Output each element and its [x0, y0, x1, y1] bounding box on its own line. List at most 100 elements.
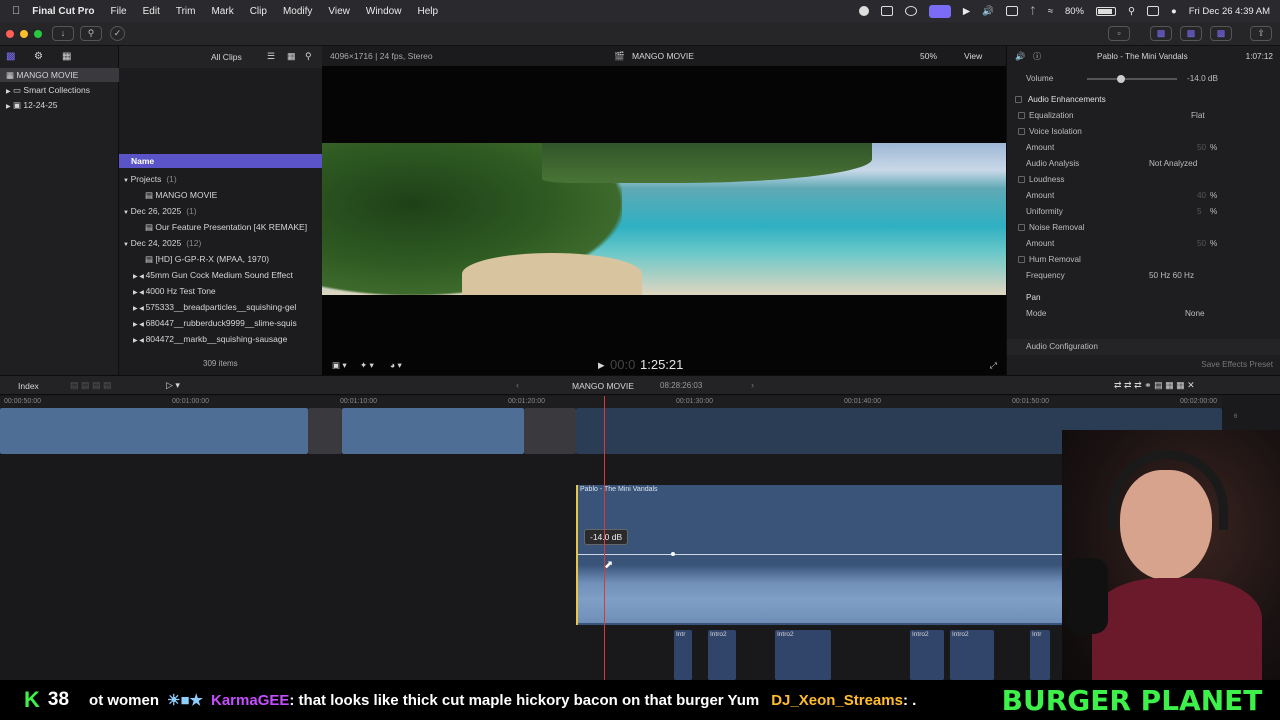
enhance-icon[interactable]: ✦ ▾: [360, 355, 374, 375]
menu-view[interactable]: View: [328, 6, 350, 17]
row-value[interactable]: Flat: [1191, 108, 1205, 124]
clip-strip-2[interactable]: [308, 408, 342, 454]
status-icon-1[interactable]: [858, 6, 869, 16]
menu-file[interactable]: File: [110, 6, 126, 17]
clip-strip-1[interactable]: [0, 408, 308, 454]
back-arrow-icon[interactable]: ‹: [516, 380, 519, 390]
wifi-icon[interactable]: ≈: [1048, 6, 1053, 17]
row-value[interactable]: %: [1210, 188, 1217, 204]
row-value[interactable]: %: [1210, 236, 1217, 252]
index-button[interactable]: Index: [18, 381, 39, 391]
volume-icon[interactable]: 🔊: [982, 6, 994, 17]
row-value[interactable]: 50 Hz 60 Hz: [1149, 268, 1194, 284]
menu-clip[interactable]: Clip: [250, 6, 267, 17]
bluetooth-icon[interactable]: ᛏ: [1030, 6, 1036, 17]
layout-button-3[interactable]: ▩: [1180, 26, 1202, 41]
volume-slider[interactable]: [1087, 75, 1177, 83]
disclosure-icon[interactable]: ▶: [6, 89, 11, 95]
sidebar-item-library[interactable]: ▦ MANGO MOVIE: [0, 68, 119, 82]
audio-config-row[interactable]: Audio Configuration: [1007, 339, 1280, 355]
browser-row[interactable]: ▼ Dec 26, 2025 (1): [119, 203, 322, 219]
browser-row[interactable]: ▶ ◀ 575333__breadparticles__squishing-ge…: [119, 299, 322, 315]
transform-icon[interactable]: ▣ ▾: [332, 355, 347, 375]
clip-strip-3[interactable]: [342, 408, 524, 454]
menu-window[interactable]: Window: [366, 6, 402, 17]
select-tool-icon[interactable]: ▷ ▾: [166, 380, 180, 391]
connected-clip[interactable]: Intr: [1030, 630, 1050, 680]
clip-strip-4[interactable]: [524, 408, 576, 454]
row-checkbox[interactable]: [1018, 256, 1025, 263]
search-icon[interactable]: ⚲: [305, 51, 312, 62]
browser-row[interactable]: ▼ Projects (1): [119, 171, 322, 187]
display-icon[interactable]: [1006, 6, 1019, 16]
browser-row[interactable]: ▶ ◀ 680447__rubberduck9999__slime-squis: [119, 315, 322, 331]
audio-tab-icon[interactable]: 🔊: [1015, 46, 1025, 68]
connected-clip[interactable]: Intr: [674, 630, 692, 680]
timeline-ruler[interactable]: 00:00:50:00 00:01:00:00 00:01:10:00 00:01:2…: [0, 396, 1222, 408]
clock[interactable]: Fri Dec 26 4:39 AM: [1189, 6, 1270, 17]
fullscreen-icon[interactable]: ⤢: [990, 355, 997, 375]
menu-help[interactable]: Help: [417, 6, 438, 17]
browser-row[interactable]: ▤ [HD] G-GP-R-X (MPAA, 1970): [119, 251, 322, 267]
status-icon-3[interactable]: [904, 6, 917, 16]
sidebar-item-event[interactable]: ▶ ▣ 12-24-25: [0, 98, 119, 112]
zoom-popup[interactable]: 50%: [920, 46, 937, 66]
forward-arrow-icon[interactable]: ›: [751, 380, 754, 390]
disclosure-icon[interactable]: ▶: [6, 104, 11, 110]
row-checkbox[interactable]: [1018, 112, 1025, 119]
row-checkbox[interactable]: [1018, 128, 1025, 135]
share-button[interactable]: ⇧: [1250, 26, 1272, 41]
info-tab-icon[interactable]: ⓘ: [1033, 46, 1041, 68]
row-checkbox[interactable]: [1018, 224, 1025, 231]
view-popup[interactable]: View: [964, 46, 982, 66]
menu-trim[interactable]: Trim: [176, 6, 196, 17]
playhead[interactable]: [604, 396, 605, 680]
titles-icon[interactable]: ▦: [62, 51, 71, 62]
screen-record-icon[interactable]: [928, 4, 951, 18]
disclosure-icon[interactable]: ▼: [123, 210, 131, 216]
video-frame[interactable]: [322, 143, 1006, 295]
browser-row[interactable]: ▤ Our Feature Presentation [4K REMAKE]: [119, 219, 322, 235]
keywords-button[interactable]: ⚲: [80, 26, 102, 41]
photos-icon[interactable]: ⚙: [34, 51, 43, 62]
play-button[interactable]: ▶: [598, 355, 605, 375]
mode-popup[interactable]: None: [1185, 306, 1205, 322]
row-value[interactable]: %: [1210, 204, 1217, 220]
edit-tools-icon[interactable]: ▤ ▤ ▤ ▤: [70, 380, 112, 391]
list-view-icon[interactable]: ☰: [267, 51, 275, 62]
menu-mark[interactable]: Mark: [211, 6, 233, 17]
apple-icon[interactable]: : [12, 5, 20, 17]
section-audio-enhancements[interactable]: Audio Enhancements: [1007, 92, 1280, 108]
minimize-window-button[interactable]: [20, 30, 28, 38]
row-value[interactable]: Not Analyzed: [1149, 156, 1197, 172]
browser-row[interactable]: ▶ ◀ 4000 Hz Test Tone: [119, 283, 322, 299]
layout-button-2[interactable]: ▩: [1150, 26, 1172, 41]
user-icon[interactable]: ●: [1171, 6, 1177, 17]
control-center-icon[interactable]: [1146, 6, 1159, 16]
browser-row[interactable]: ▶ ◀ 804472__markb__squishing-sausage: [119, 331, 322, 347]
timeline-tools[interactable]: ⇄ ⇄ ⇄ ⚭ ▤ ▦ ▦ ✕: [1114, 380, 1195, 391]
sidebar-item-smart-collections[interactable]: ▶ ▭ Smart Collections: [0, 83, 119, 97]
browser-row[interactable]: ▼ Dec 24, 2025 (12): [119, 235, 322, 251]
status-icon-2[interactable]: [880, 6, 893, 16]
clip-filter-popup[interactable]: All Clips: [211, 52, 242, 62]
app-menu[interactable]: Final Cut Pro: [32, 6, 94, 17]
layout-button-1[interactable]: ▫: [1108, 26, 1130, 41]
name-column-header[interactable]: Name: [119, 154, 322, 168]
libraries-icon[interactable]: ▩: [6, 51, 15, 62]
connected-clip[interactable]: Intro2: [708, 630, 736, 680]
connected-clip[interactable]: Intro2: [950, 630, 994, 680]
play-icon[interactable]: ▶: [963, 6, 970, 17]
row-checkbox[interactable]: [1018, 176, 1025, 183]
connected-clip[interactable]: Intro2: [910, 630, 944, 680]
menu-edit[interactable]: Edit: [143, 6, 160, 17]
close-window-button[interactable]: [6, 30, 14, 38]
timeline-project[interactable]: MANGO MOVIE: [572, 381, 634, 391]
speed-icon[interactable]: ◕ ▾: [390, 355, 402, 375]
connected-clip[interactable]: Intro2: [775, 630, 831, 680]
row-value[interactable]: %: [1210, 140, 1217, 156]
enhancements-checkbox[interactable]: [1015, 96, 1022, 103]
disclosure-icon[interactable]: ▼: [123, 178, 131, 184]
volume-value[interactable]: -14.0 dB: [1187, 71, 1218, 87]
background-tasks-button[interactable]: ✓: [110, 26, 125, 41]
